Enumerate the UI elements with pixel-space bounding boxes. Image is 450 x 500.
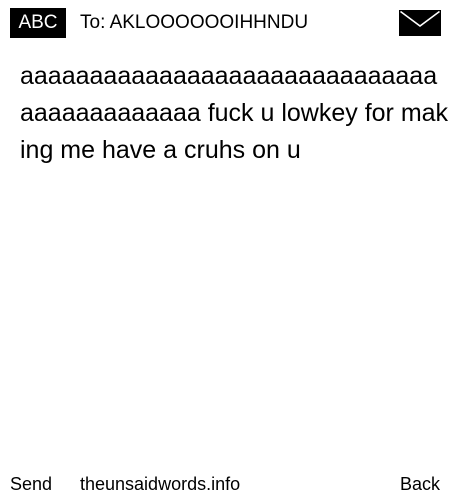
message-header: ABC To: AKLOOOOOOIHHNDU xyxy=(0,0,450,46)
message-body[interactable]: aaaaaaaaaaaaaaaaaaaaaaaaaaaaaaaaaaaaaaaa… xyxy=(20,58,450,438)
site-name-label: theunsaidwords.info xyxy=(80,474,241,494)
recipient-field[interactable]: To: AKLOOOOOOIHHNDU xyxy=(80,8,308,38)
input-mode-badge[interactable]: ABC xyxy=(10,8,66,38)
envelope-icon xyxy=(399,10,441,36)
softkey-bar: Send theunsaidwords.info Back xyxy=(0,470,450,498)
back-button[interactable]: Back xyxy=(400,470,440,498)
send-button[interactable]: Send xyxy=(10,470,52,498)
